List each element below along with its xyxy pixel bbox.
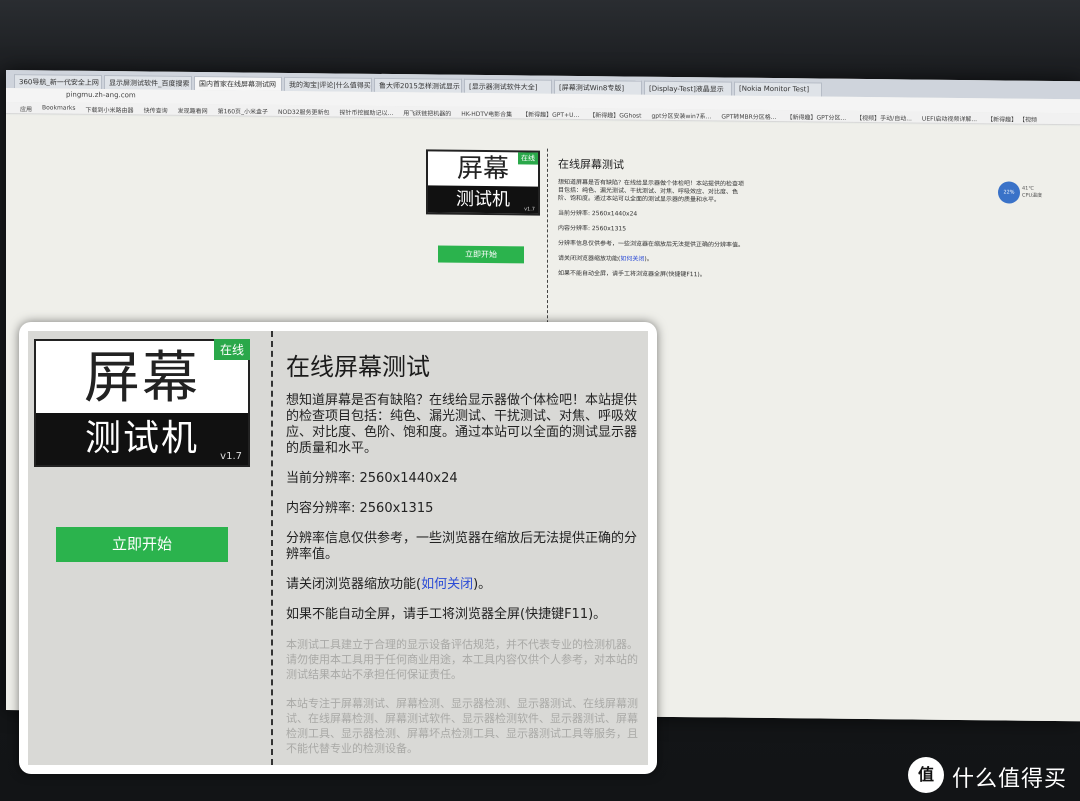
info-intro: 想知道屏幕是否有缺陷？在线给显示器做个体检吧！本站提供的检查项目包括：纯色、漏光… [558, 178, 745, 204]
content-resolution: 内容分辨率: 2560x1315 [286, 501, 434, 516]
version-label: v1.7 [524, 206, 535, 213]
cpu-usage-widget[interactable]: 22% [998, 181, 1020, 204]
bookmark-item[interactable]: HK-HDTV电影合集 [461, 107, 512, 119]
current-resolution: 当前分辨率: 2560x1440x24 [558, 209, 638, 218]
logo-subtitle: 测试机 [36, 413, 248, 465]
bookmark-item[interactable]: 【新得趣】 【视频 [987, 112, 1037, 124]
cpu-temp-label: 41℃ CPU温度 [1022, 185, 1043, 199]
current-resolution: 当前分辨率: 2560x1440x24 [286, 471, 458, 486]
info-panel-zoomed: 在线屏幕测试 想知道屏幕是否有缺陷？在线给显示器做个体检吧！本站提供的检查项目包… [286, 353, 638, 765]
seo-text: 本站专注于屏幕测试、屏幕检测、显示器检测、显示器测试、在线屏幕测试、在线屏幕检测… [286, 697, 638, 755]
bookmark-item[interactable]: 第160页_小米盒子 [218, 104, 268, 116]
info-heading: 在线屏幕测试 [286, 353, 430, 381]
how-to-close-link[interactable]: 如何关闭 [421, 577, 473, 592]
how-to-close-link[interactable]: 如何关闭 [620, 255, 644, 262]
smzdm-logo-icon: 值 [908, 757, 944, 793]
zoomed-page: 屏幕 测试机 在线 v1.7 立即开始 在线屏幕测试 想知道屏幕是否有缺陷？在线… [28, 331, 648, 765]
browser-tab[interactable]: 鲁大师2015怎样测试显示 [374, 77, 462, 93]
bookmark-item[interactable]: gpt分区安装win7系... [652, 109, 712, 121]
bookmark-item[interactable]: 下载到小米路由器 [86, 103, 134, 115]
browser-tab[interactable]: 我的淘宝|评论|什么值得买 [284, 76, 372, 92]
bookmark-item[interactable]: Bookmarks [42, 102, 76, 113]
site-logo-zoomed: 屏幕 测试机 在线 v1.7 [34, 339, 250, 467]
smzdm-watermark: 值 什么值得买 [908, 755, 1078, 795]
resolution-note: 分辨率信息仅供参考，一些浏览器在缩放后无法提供正确的分辨率值。 [558, 239, 745, 249]
browser-tab[interactable]: [Display-Test]液晶显示 [644, 80, 732, 96]
bookmark-item[interactable]: UEFI启动视频详解... [922, 112, 977, 124]
browser-tab[interactable]: 显示屏测试软件_百度搜索 [104, 75, 192, 90]
start-button[interactable]: 立即开始 [438, 245, 524, 264]
info-intro: 想知道屏幕是否有缺陷？在线给显示器做个体检吧！本站提供的检查项目包括：纯色、漏光… [286, 393, 638, 456]
resolution-note: 分辨率信息仅供参考，一些浏览器在缩放后无法提供正确的分辨率值。 [286, 531, 638, 562]
zoom-note: 请关闭浏览器缩放功能(如何关闭)。 [286, 577, 492, 592]
browser-tab[interactable]: [显示器测试软件大全] [464, 78, 552, 94]
bookmark-item[interactable]: GPT转MBR分区格... [721, 109, 776, 121]
bookmark-item[interactable]: 快传查询 [144, 103, 168, 114]
bookmark-item[interactable]: 发现趣看网 [178, 104, 208, 115]
bookmark-item[interactable]: 【新得趣】GPT+U... [522, 107, 579, 119]
fullscreen-note: 如果不能自动全屏，请手工将浏览器全屏(快捷键F11)。 [558, 269, 706, 279]
bookmark-item[interactable]: 【视频】手动/自动... [856, 111, 912, 123]
watermark-text: 什么值得买 [952, 767, 1068, 792]
online-badge: 在线 [213, 339, 250, 360]
bookmark-item[interactable]: 用飞跃链把机器的 [403, 106, 451, 118]
zoomed-callout: 屏幕 测试机 在线 v1.7 立即开始 在线屏幕测试 想知道屏幕是否有缺陷？在线… [19, 322, 657, 774]
browser-tab[interactable]: 360导航_新一代安全上网 [14, 74, 102, 90]
zoom-note: 请关闭浏览器缩放功能(如何关闭)。 [558, 254, 653, 263]
browser-tab[interactable]: [屏幕测试Win8专版] [554, 79, 642, 95]
disclaimer-text: 本测试工具建立于合理的显示设备评估规范，并不代表专业的检测机器。请勿使用本工具用… [286, 638, 638, 681]
site-logo: 屏幕 测试机 在线 v1.7 [426, 149, 540, 216]
bookmark-item[interactable]: NOD32服务更新包 [278, 105, 329, 117]
bookmark-item[interactable]: 探针币挖掘助记以... [340, 105, 394, 117]
info-panel: 在线屏幕测试 想知道屏幕是否有缺陷？在线给显示器做个体检吧！本站提供的检查项目包… [558, 157, 748, 287]
online-badge: 在线 [518, 152, 538, 165]
content-resolution: 内容分辨率: 2560x1315 [558, 224, 627, 233]
bookmark-item[interactable]: 应用 [20, 102, 32, 113]
browser-tab-active[interactable]: 国内首家在线屏幕测试网 [194, 75, 282, 91]
version-label: v1.7 [220, 451, 242, 462]
info-heading: 在线屏幕测试 [558, 157, 624, 172]
fullscreen-note: 如果不能自动全屏，请手工将浏览器全屏(快捷键F11)。 [286, 607, 607, 622]
start-button-zoomed[interactable]: 立即开始 [56, 527, 228, 562]
logo-subtitle: 测试机 [428, 185, 538, 214]
bookmark-item[interactable]: 【新得趣】GPT分区... [787, 110, 847, 122]
browser-tab[interactable]: [Nokia Monitor Test] [734, 81, 822, 97]
bookmark-item[interactable]: 【新得趣】GGhost [589, 108, 641, 120]
dashed-divider [271, 331, 273, 765]
